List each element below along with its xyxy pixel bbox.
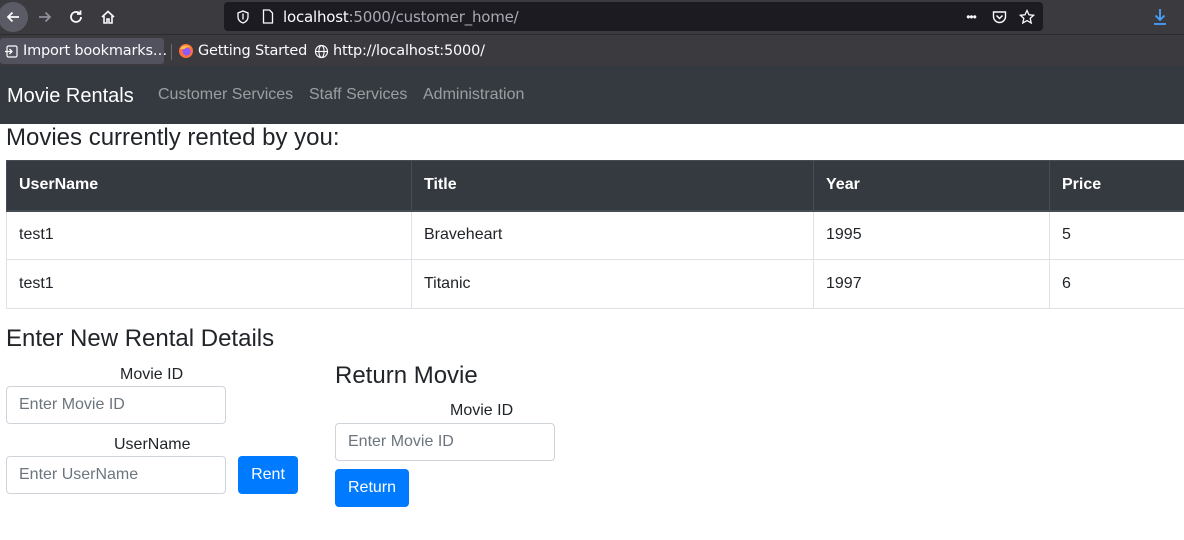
bookmark-getting-started[interactable]: Getting Started	[178, 38, 307, 64]
globe-icon	[314, 44, 329, 58]
download-icon	[1154, 9, 1166, 25]
home-icon	[101, 10, 115, 24]
bookmark-label: Import bookmarks…	[23, 43, 168, 59]
reload-button[interactable]	[62, 3, 90, 31]
forward-arrow-icon	[39, 11, 52, 23]
rent-movie-id-input[interactable]	[6, 386, 226, 424]
column-header-username: UserName	[6, 160, 412, 212]
page-icon[interactable]	[257, 2, 279, 31]
rented-movies-heading: Movies currently rented by you:	[6, 124, 340, 151]
cell-title: Titanic	[411, 259, 814, 309]
import-icon	[5, 44, 18, 58]
bookmark-localhost[interactable]: http://localhost:5000/	[314, 38, 485, 64]
back-arrow-icon	[6, 11, 19, 23]
pocket-icon[interactable]	[988, 2, 1010, 31]
bookmark-label: http://localhost:5000/	[333, 43, 485, 59]
rentals-table: UserName Title Year Price test1 Bravehea…	[6, 160, 1184, 309]
rent-button[interactable]: Rent	[238, 456, 298, 494]
page-actions-icon[interactable]: •••	[960, 2, 982, 31]
return-button[interactable]: Return	[335, 469, 409, 507]
table-header-row: UserName Title Year Price	[6, 160, 1184, 212]
url-text[interactable]: localhost:5000/customer_home/	[283, 8, 519, 26]
url-path: :5000/customer_home/	[348, 8, 519, 26]
cell-username: test1	[6, 210, 412, 260]
reload-icon	[70, 10, 82, 23]
shield-icon[interactable]	[230, 2, 256, 31]
bookmark-label: Getting Started	[198, 43, 308, 59]
back-button[interactable]	[0, 2, 28, 32]
rent-username-input[interactable]	[6, 456, 226, 494]
forward-button[interactable]	[31, 3, 59, 31]
bookmark-star-icon[interactable]	[1016, 2, 1038, 31]
nav-customer-services[interactable]: Customer Services	[158, 86, 293, 104]
rent-username-label: UserName	[114, 436, 191, 453]
return-form-title: Return Movie	[335, 362, 478, 389]
column-header-price: Price	[1049, 160, 1184, 212]
cell-year: 1995	[813, 210, 1050, 260]
url-bar[interactable]: localhost:5000/customer_home/ •••	[224, 2, 1043, 31]
return-movie-id-input[interactable]	[335, 423, 555, 461]
url-host: localhost	[283, 8, 349, 26]
home-button[interactable]	[94, 3, 122, 31]
browser-toolbar: localhost:5000/customer_home/ •••	[0, 0, 1184, 34]
bookmarks-separator	[171, 44, 172, 60]
firefox-icon	[179, 44, 193, 58]
cell-title: Braveheart	[411, 210, 814, 260]
cell-username: test1	[6, 259, 412, 309]
column-header-title: Title	[411, 160, 814, 212]
downloads-button[interactable]	[1146, 3, 1174, 31]
bookmark-import[interactable]: Import bookmarks…	[0, 38, 168, 64]
nav-staff-services[interactable]: Staff Services	[309, 86, 407, 104]
rent-movie-id-label: Movie ID	[120, 366, 184, 383]
nav-administration[interactable]: Administration	[423, 86, 524, 104]
return-movie-id-label: Movie ID	[450, 402, 514, 419]
app-navbar: Movie Rentals Customer Services Staff Se…	[0, 66, 1184, 124]
rent-form-title: Enter New Rental Details	[6, 325, 275, 352]
table-row: test1 Titanic 1997 6	[6, 259, 1184, 309]
table-row: test1 Braveheart 1995 5	[6, 210, 1184, 260]
cell-price: 6	[1049, 259, 1184, 309]
navbar-brand[interactable]: Movie Rentals	[7, 85, 134, 108]
cell-year: 1997	[813, 259, 1050, 309]
column-header-year: Year	[813, 160, 1050, 212]
cell-price: 5	[1049, 210, 1184, 260]
bookmarks-bar: Import bookmarks… Getting Started http:/…	[0, 34, 1184, 66]
